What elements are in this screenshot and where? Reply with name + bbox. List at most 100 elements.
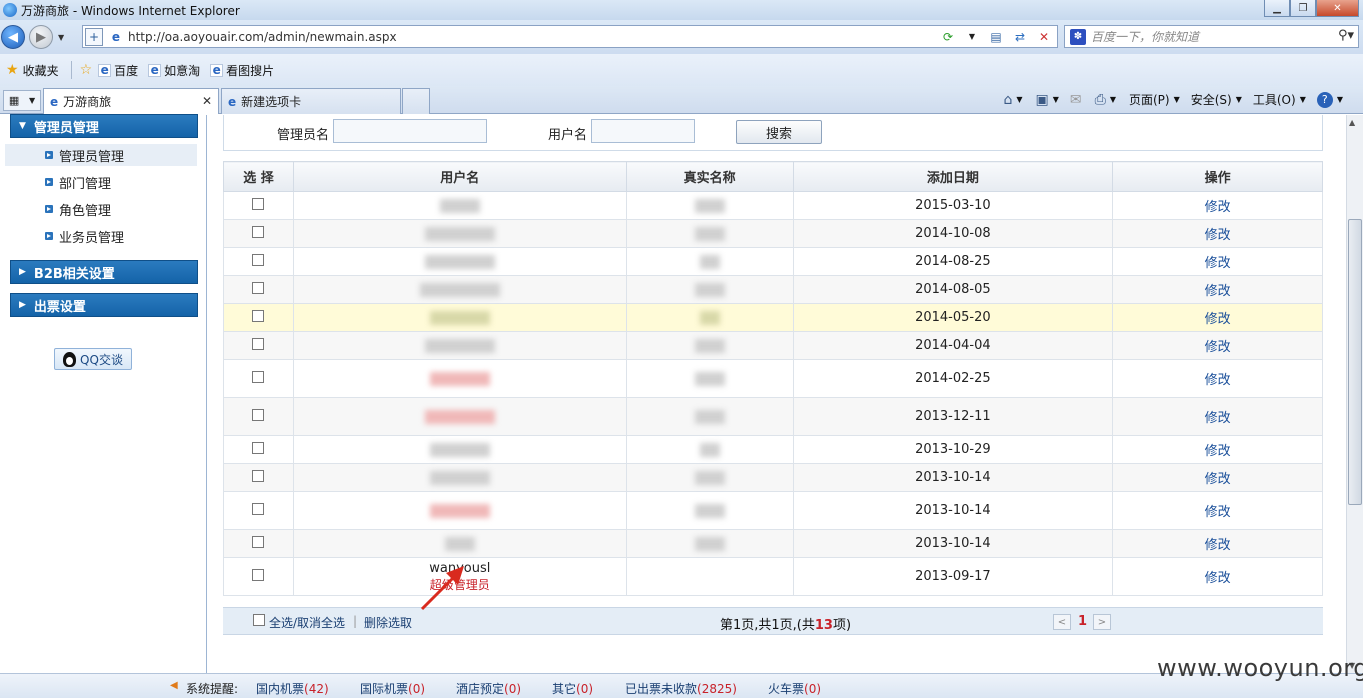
- sidebar-item-department[interactable]: 部门管理: [5, 171, 197, 193]
- compat-icon[interactable]: ⟳: [939, 28, 957, 45]
- qq-chat-button[interactable]: QQ交谈: [54, 348, 132, 370]
- edit-link[interactable]: 修改: [1205, 411, 1231, 426]
- edit-link[interactable]: 修改: [1205, 538, 1231, 553]
- edit-link[interactable]: 修改: [1205, 571, 1231, 586]
- row-checkbox[interactable]: [252, 281, 265, 294]
- help-menu[interactable]: ? ▼: [1316, 91, 1343, 108]
- vertical-scrollbar[interactable]: ▲ ▼: [1346, 115, 1363, 673]
- edit-link[interactable]: 修改: [1205, 228, 1231, 243]
- row-checkbox[interactable]: [252, 253, 265, 266]
- mail-button[interactable]: ✉: [1070, 92, 1082, 108]
- close-tab-icon[interactable]: ✕: [202, 94, 212, 108]
- history-dropdown-icon[interactable]: ▼: [58, 33, 64, 42]
- tools-menu[interactable]: 工具(O) ▼: [1253, 91, 1306, 108]
- row-checkbox[interactable]: [252, 441, 265, 454]
- help-icon: ?: [1316, 91, 1333, 108]
- search-button[interactable]: 搜索: [736, 120, 822, 144]
- feeds-button[interactable]: ▣ ▼: [1035, 92, 1058, 108]
- date-cell: 2013-09-17: [792, 557, 1114, 596]
- edit-link[interactable]: 修改: [1205, 472, 1231, 487]
- edit-link[interactable]: 修改: [1205, 312, 1231, 327]
- realname-cell: [625, 397, 794, 436]
- quick-tabs-button[interactable]: ▦ ▼: [3, 90, 41, 111]
- admin-name-input[interactable]: [333, 119, 487, 143]
- next-page-button[interactable]: >: [1093, 614, 1111, 630]
- realname-cell: [625, 529, 794, 558]
- address-dropdown-icon[interactable]: ▼: [963, 28, 981, 45]
- realname-cell: [625, 303, 794, 332]
- row-checkbox[interactable]: [252, 535, 265, 548]
- row-checkbox[interactable]: [252, 502, 265, 515]
- page-menu[interactable]: 页面(P) ▼: [1129, 91, 1180, 108]
- sidebar-item-salesman[interactable]: 业务员管理: [5, 225, 197, 247]
- print-button[interactable]: ⎙ ▼: [1095, 92, 1116, 108]
- select-all-link[interactable]: 全选/取消全选: [269, 614, 345, 631]
- username-cell: [292, 463, 627, 492]
- add-favorite-icon[interactable]: ☆: [80, 62, 93, 78]
- status-other[interactable]: 其它(0): [552, 680, 593, 697]
- status-train[interactable]: 火车票(0): [768, 680, 821, 697]
- action-cell: 修改: [1112, 359, 1323, 398]
- close-window-button[interactable]: ✕: [1316, 0, 1359, 17]
- favorites-button[interactable]: ★ 收藏夹: [6, 62, 59, 79]
- search-icon[interactable]: ⚲▾: [1338, 28, 1354, 43]
- delete-selected-link[interactable]: 删除选取: [364, 614, 412, 631]
- sidebar-group-admin[interactable]: ▼ 管理员管理: [10, 114, 198, 138]
- edit-link[interactable]: 修改: [1205, 284, 1231, 299]
- select-all-checkbox[interactable]: [253, 614, 265, 626]
- fav-item-kantu[interactable]: e 看图搜片: [210, 62, 274, 79]
- sidebar-item-admin-manage[interactable]: 管理员管理: [5, 144, 197, 166]
- edit-link[interactable]: 修改: [1205, 373, 1231, 388]
- fav-item-baidu[interactable]: e 百度: [98, 62, 138, 79]
- row-checkbox[interactable]: [252, 337, 265, 350]
- back-button[interactable]: ◀: [1, 25, 25, 49]
- search-box[interactable]: ✽ 百度一下，你就知道 ⚲▾: [1064, 25, 1359, 48]
- prev-page-button[interactable]: <: [1053, 614, 1071, 630]
- new-tab-button[interactable]: [402, 88, 430, 114]
- sidebar-group-ticketing[interactable]: ▶ 出票设置: [10, 293, 198, 317]
- current-page-number[interactable]: 1: [1078, 614, 1087, 629]
- action-cell: 修改: [1112, 331, 1323, 360]
- compatibility-view-icon[interactable]: ▤: [987, 28, 1005, 45]
- sidebar-group-b2b[interactable]: ▶ B2B相关设置: [10, 260, 198, 284]
- ie-app-icon: [3, 3, 17, 17]
- edit-link[interactable]: 修改: [1205, 256, 1231, 271]
- row-checkbox[interactable]: [252, 370, 265, 383]
- status-hotel[interactable]: 酒店预定(0): [456, 680, 521, 697]
- action-cell: 修改: [1112, 219, 1323, 248]
- home-button[interactable]: ⌂ ▼: [1003, 92, 1022, 108]
- tab-new[interactable]: e 新建选项卡: [221, 88, 401, 114]
- scroll-up-icon[interactable]: ▲: [1349, 118, 1355, 127]
- edit-link[interactable]: 修改: [1205, 505, 1231, 520]
- forward-button[interactable]: ▶: [29, 25, 53, 49]
- url-text[interactable]: http://oa.aoyouair.com/admin/newmain.asp…: [128, 30, 397, 44]
- status-intl-flights[interactable]: 国际机票(0): [360, 680, 425, 697]
- row-checkbox[interactable]: [252, 197, 265, 210]
- tab-wanyou[interactable]: e 万游商旅 ✕: [43, 88, 219, 114]
- scroll-thumb[interactable]: [1348, 219, 1362, 505]
- address-bar[interactable]: + e http://oa.aoyouair.com/admin/newmain…: [82, 25, 1058, 48]
- row-checkbox[interactable]: [252, 309, 265, 322]
- username-input[interactable]: [591, 119, 695, 143]
- fav-item-ruyitao[interactable]: e 如意淘: [148, 62, 200, 79]
- username-cell: [292, 247, 627, 276]
- add-tab-icon[interactable]: +: [85, 27, 103, 46]
- edit-link[interactable]: 修改: [1205, 200, 1231, 215]
- safety-menu[interactable]: 安全(S) ▼: [1191, 91, 1242, 108]
- edit-link[interactable]: 修改: [1205, 444, 1231, 459]
- col-username: 用户名: [292, 161, 627, 192]
- minimize-button[interactable]: ▁: [1264, 0, 1290, 17]
- row-checkbox[interactable]: [252, 408, 265, 421]
- refresh-icon[interactable]: ⇄: [1011, 28, 1029, 45]
- edit-link[interactable]: 修改: [1205, 340, 1231, 355]
- select-cell: [223, 463, 294, 492]
- realname-cell: [625, 275, 794, 304]
- row-checkbox[interactable]: [252, 225, 265, 238]
- status-domestic-flights[interactable]: 国内机票(42): [256, 680, 329, 697]
- row-checkbox[interactable]: [252, 469, 265, 482]
- sidebar-item-role[interactable]: 角色管理: [5, 198, 197, 220]
- maximize-button[interactable]: ❐: [1290, 0, 1316, 17]
- row-checkbox[interactable]: [252, 568, 265, 581]
- stop-icon[interactable]: ✕: [1035, 28, 1053, 45]
- status-unpaid[interactable]: 已出票未收款(2825): [625, 680, 737, 697]
